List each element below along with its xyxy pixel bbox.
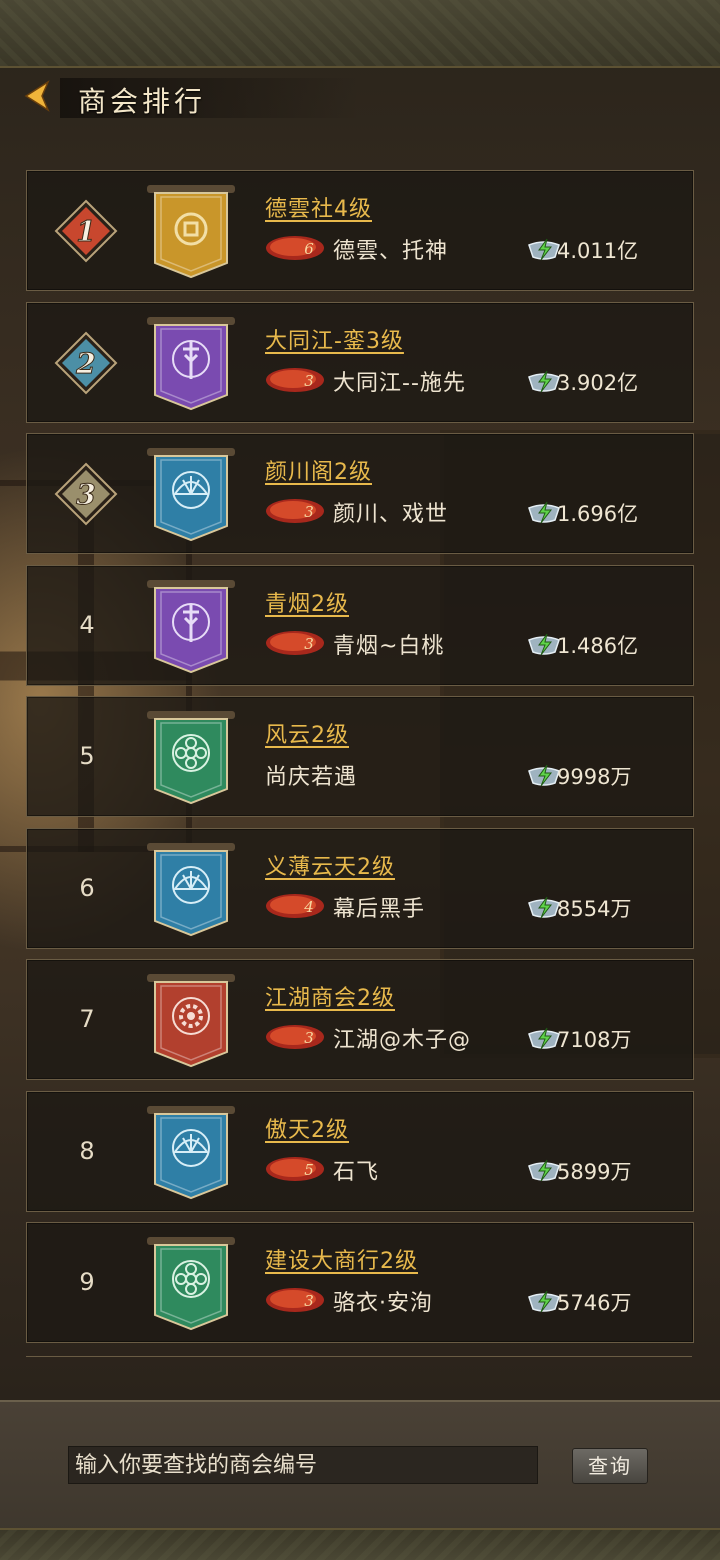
guild-banner-purple-icon xyxy=(147,316,235,410)
screen: 商会排行 1 德雲社4级 6 德雲、托神 4.011亿 2 大同江-銮3级 3 大同江--施先 3… xyxy=(0,0,720,1560)
silver-ingot-icon xyxy=(528,238,560,261)
guild-banner-gold-icon xyxy=(147,185,235,279)
silver-ingot-icon xyxy=(528,1159,560,1181)
vip-rank-badge-icon: 5 xyxy=(266,1156,324,1181)
guild-name-link[interactable]: 德雲社4级 xyxy=(265,191,372,223)
rank-badge-1-icon: 1 xyxy=(54,199,118,263)
guild-name-link[interactable]: 大同江-銮3级 xyxy=(265,323,404,355)
guild-leader: 德雲、托神 xyxy=(333,239,449,264)
silver-ingot-icon xyxy=(528,764,560,787)
guild-leader: 骆衣·安洵 xyxy=(333,1291,433,1316)
guild-row[interactable]: 8 傲天2级 5 石飞 5899万 xyxy=(26,1090,694,1212)
guild-ranking-list[interactable]: 1 德雲社4级 6 德雲、托神 4.011亿 2 大同江-銮3级 3 大同江--施先 3.902亿… xyxy=(26,170,694,1360)
guild-id-search-input[interactable] xyxy=(68,1446,538,1484)
guild-banner-green-icon xyxy=(147,711,235,805)
guild-leader: 大同江--施先 xyxy=(333,370,466,396)
page-title: 商会排行 xyxy=(78,85,207,118)
vip-rank-level: 3 xyxy=(304,1029,314,1047)
guild-leader: 颜川、戏世 xyxy=(333,502,449,527)
search-footer: 查询 xyxy=(0,1400,720,1532)
guild-leader: 幕后黑手 xyxy=(333,896,426,922)
rank-badge-3-icon: 3 xyxy=(54,462,118,526)
guild-name-link[interactable]: 义薄云天2级 xyxy=(265,849,395,881)
guild-row[interactable]: 1 德雲社4级 6 德雲、托神 4.011亿 xyxy=(26,170,694,291)
rank-badge-number: 2 xyxy=(75,347,95,380)
guild-leader: 江湖@木子@ xyxy=(333,1028,472,1053)
guild-leader: 石飞 xyxy=(333,1159,380,1185)
guild-wealth: 5746万 xyxy=(557,1291,632,1315)
query-button[interactable]: 查询 xyxy=(572,1448,648,1484)
guild-name-link[interactable]: 江湖商会2级 xyxy=(265,980,395,1012)
guild-wealth: 3.902亿 xyxy=(557,370,639,395)
vip-rank-badge-icon: 3 xyxy=(266,499,324,523)
vip-rank-level: 4 xyxy=(303,898,314,916)
guild-name-link[interactable]: 颜川阁2级 xyxy=(265,454,372,486)
vip-rank-level: 3 xyxy=(304,503,314,521)
top-decor-strip xyxy=(0,0,720,68)
rank-number: 4 xyxy=(79,610,95,639)
guild-row[interactable]: 6 义薄云天2级 4 幕后黑手 8554万 xyxy=(26,827,694,949)
vip-rank-badge-icon: 6 xyxy=(266,236,324,260)
silver-ingot-icon xyxy=(528,1027,560,1050)
vip-rank-level: 6 xyxy=(304,240,314,258)
guild-banner-blue-icon xyxy=(147,1105,235,1199)
vip-rank-level: 3 xyxy=(304,1292,314,1310)
rank-badge-2-icon: 2 xyxy=(54,331,118,394)
guild-leader: 尚庆若遇 xyxy=(265,765,358,790)
guild-wealth: 1.486亿 xyxy=(557,633,639,658)
guild-name-link[interactable]: 青烟2级 xyxy=(265,586,349,618)
guild-name-link[interactable]: 建设大商行2级 xyxy=(265,1243,418,1275)
guild-wealth: 1.696亿 xyxy=(557,502,639,526)
guild-wealth: 5899万 xyxy=(557,1159,632,1184)
guild-banner-purple-icon xyxy=(147,579,235,673)
rank-badge-number: 1 xyxy=(76,215,95,248)
vip-rank-badge-icon: 3 xyxy=(266,1288,324,1312)
guild-name-link[interactable]: 风云2级 xyxy=(265,717,349,749)
rank-number: 7 xyxy=(79,1005,95,1033)
back-button[interactable] xyxy=(18,78,58,114)
rank-number: 5 xyxy=(79,742,95,770)
guild-wealth: 9998万 xyxy=(557,765,632,789)
silver-ingot-icon xyxy=(528,1290,560,1313)
list-next-row-edge xyxy=(26,1356,692,1360)
back-arrow-icon xyxy=(24,80,50,112)
guild-name-link[interactable]: 傲天2级 xyxy=(265,1112,349,1144)
vip-rank-badge-icon: 4 xyxy=(266,893,324,918)
silver-ingot-icon xyxy=(528,501,560,524)
guild-banner-red-icon xyxy=(147,974,235,1068)
guild-wealth: 4.011亿 xyxy=(557,239,639,263)
rank-number: 9 xyxy=(79,1268,95,1296)
vip-rank-badge-icon: 3 xyxy=(266,630,324,655)
rank-number: 8 xyxy=(79,1136,95,1165)
guild-wealth: 8554万 xyxy=(557,896,632,921)
guild-row[interactable]: 3 颜川阁2级 3 颜川、戏世 1.696亿 xyxy=(26,433,694,554)
guild-row[interactable]: 2 大同江-銮3级 3 大同江--施先 3.902亿 xyxy=(26,301,694,423)
vip-rank-badge-icon: 3 xyxy=(266,367,324,392)
guild-row[interactable]: 5 风云2级尚庆若遇 9998万 xyxy=(26,696,694,817)
bottom-decor-strip xyxy=(0,1528,720,1560)
silver-ingot-icon xyxy=(528,896,560,918)
guild-banner-blue-icon xyxy=(147,448,235,542)
vip-rank-level: 3 xyxy=(304,372,314,390)
vip-rank-badge-icon: 3 xyxy=(266,1025,324,1049)
vip-rank-level: 3 xyxy=(304,635,314,653)
guild-row[interactable]: 7 江湖商会2级 3 江湖@木子@ 7108万 xyxy=(26,959,694,1080)
guild-row[interactable]: 4 青烟2级 3 青烟~白桃 1.486亿 xyxy=(26,564,694,686)
silver-ingot-icon xyxy=(528,370,560,392)
guild-row[interactable]: 9 建设大商行2级 3 骆衣·安洵 5746万 xyxy=(26,1222,694,1343)
guild-banner-blue-icon xyxy=(147,842,235,936)
rank-badge-number: 3 xyxy=(76,478,95,511)
header: 商会排行 xyxy=(0,72,720,122)
guild-wealth: 7108万 xyxy=(557,1028,632,1052)
guild-banner-green-icon xyxy=(147,1237,235,1331)
vip-rank-level: 5 xyxy=(304,1161,314,1179)
guild-leader: 青烟~白桃 xyxy=(333,633,445,659)
rank-number: 6 xyxy=(79,873,95,902)
silver-ingot-icon xyxy=(528,633,560,655)
